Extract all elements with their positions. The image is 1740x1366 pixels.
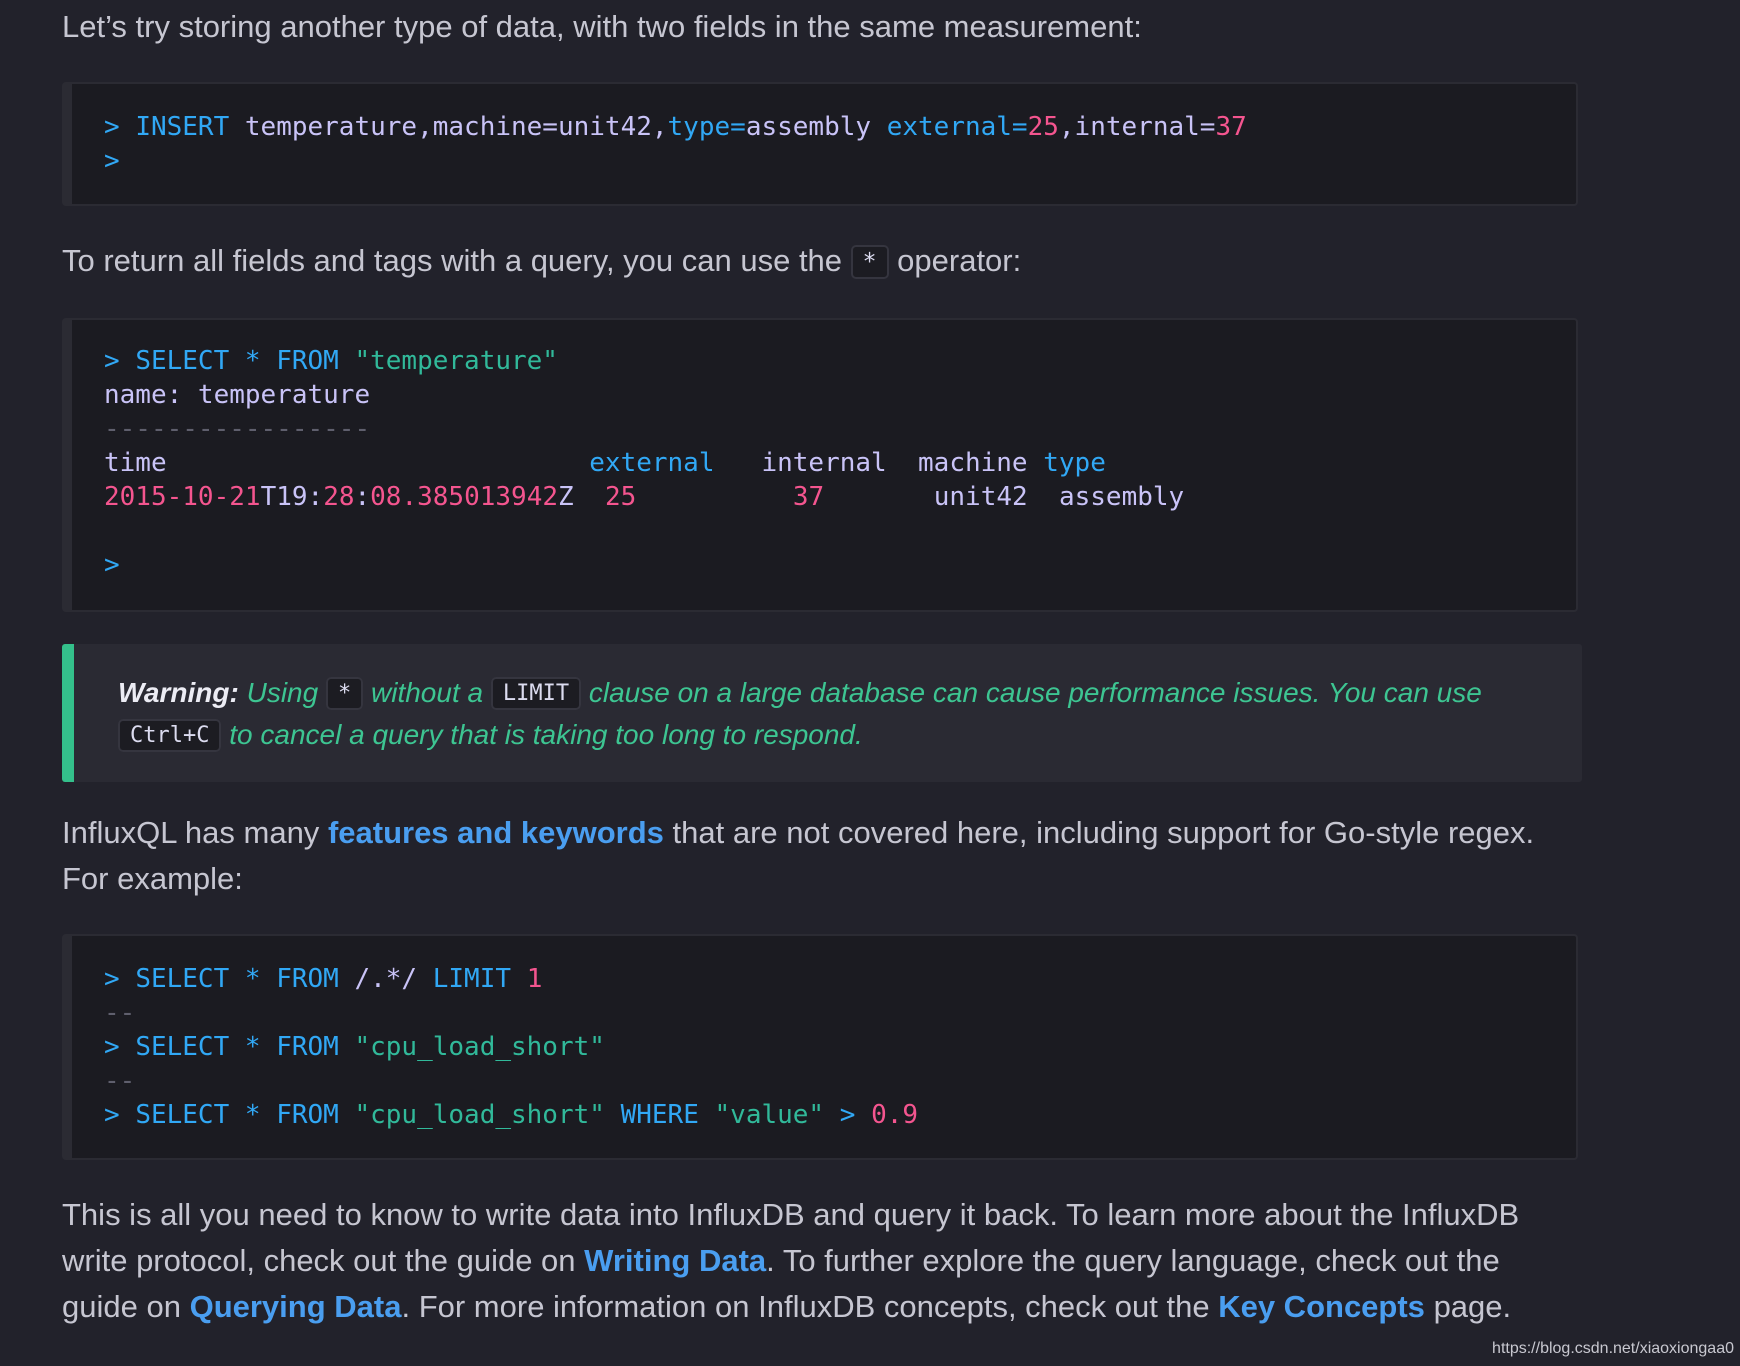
inline-code-limit: LIMIT (490, 677, 582, 710)
warning-text-part: clause on a large database can cause per… (588, 677, 1482, 708)
limit-value: 1 (526, 964, 543, 994)
writing-data-link[interactable]: Writing Data (584, 1243, 766, 1278)
paragraph-text: To return all fields and tags with a que… (62, 243, 843, 278)
prompt: > (104, 146, 120, 176)
measurement-string: "cpu_load_short" (354, 1100, 605, 1130)
prompt: > (104, 346, 120, 376)
time-minute: 28 (323, 482, 355, 512)
field-value-internal: 37 (1215, 112, 1247, 142)
time-fraction: .385013942 (401, 482, 559, 512)
prompt: > (104, 112, 120, 142)
column-internal: internal (761, 448, 887, 478)
closing-paragraph: This is all you need to know to write da… (62, 1192, 1582, 1330)
warning-callout: Warning: Using * without a LIMIT clause … (62, 644, 1582, 782)
code-block-insert: > INSERT temperature,machine=unit42,type… (62, 82, 1578, 206)
code-insert: > INSERT temperature,machine=unit42,type… (72, 84, 1576, 178)
regex: /.*/ (354, 964, 418, 994)
key-concepts-link[interactable]: Key Concepts (1218, 1289, 1425, 1324)
inline-code-star: * (850, 245, 889, 279)
operator-gt: > (839, 1100, 856, 1130)
operator-paragraph: To return all fields and tags with a que… (62, 238, 1021, 285)
field-value-external: 25 (1027, 112, 1059, 142)
comment-separator: -- (104, 1066, 136, 1096)
paragraph-text: that are not covered here, including sup… (672, 815, 1535, 850)
time-zone: Z (558, 482, 574, 512)
warning-text-part: to cancel a query that is taking too lon… (229, 719, 863, 750)
code-regex: > SELECT * FROM /.*/ LIMIT 1 -- > SELECT… (72, 936, 1576, 1132)
keyword-insert: INSERT (135, 112, 230, 142)
value-machine: unit42 (933, 482, 1028, 512)
paragraph-text: operator: (897, 243, 1022, 278)
field-key-external: external= (886, 112, 1028, 142)
keyword-select: SELECT * FROM (135, 1100, 339, 1130)
tag-value: assembly (745, 112, 872, 142)
intro-paragraph: Let’s try storing another type of data, … (62, 9, 1142, 44)
keyword-limit: LIMIT (432, 964, 512, 994)
warning-label: Warning: (118, 677, 239, 708)
features-keywords-link[interactable]: features and keywords (328, 815, 664, 850)
paragraph-text: page. (1433, 1289, 1512, 1324)
field-key-internal: ,internal= (1058, 112, 1216, 142)
time-separator: T (260, 482, 277, 512)
column-time: time (104, 448, 167, 478)
paragraph-text: For example: (62, 861, 243, 896)
column-external: external (589, 448, 715, 478)
result-separator: ----------------- (104, 414, 371, 444)
prompt: > (104, 1032, 120, 1062)
value-type: assembly (1058, 482, 1185, 512)
warning-text-part: without a (371, 677, 484, 708)
warning-text-part: Using (246, 677, 319, 708)
value-external: 25 (604, 482, 637, 512)
prompt: > (104, 1100, 120, 1130)
keyword-select: SELECT * FROM (135, 1032, 339, 1062)
code-block-select: > SELECT * FROM "temperature" name: temp… (62, 318, 1578, 612)
influxql-paragraph: InfluxQL has many features and keywords … (62, 810, 1582, 902)
inline-code-star: * (325, 677, 364, 710)
code-block-regex: > SELECT * FROM /.*/ LIMIT 1 -- > SELECT… (62, 934, 1578, 1160)
where-value: 0.9 (871, 1100, 919, 1130)
date-month: 10 (182, 482, 214, 512)
measurement-string: "cpu_load_short" (354, 1032, 605, 1062)
column-machine: machine (918, 448, 1028, 478)
measurement-name: temperature,machine=unit42, (244, 112, 668, 142)
date-day: 21 (229, 482, 261, 512)
date-year: 2015 (104, 482, 167, 512)
field-string: "value" (714, 1100, 825, 1130)
column-type: type (1043, 448, 1106, 478)
warning-text: Warning: Using * without a LIMIT clause … (118, 672, 1558, 756)
date-separator: - (213, 482, 230, 512)
time-hour: 19 (276, 482, 308, 512)
date-separator: - (166, 482, 183, 512)
time-second: 08 (370, 482, 402, 512)
inline-code-ctrl-c: Ctrl+C (118, 719, 222, 752)
paragraph-text: InfluxQL has many (62, 815, 320, 850)
prompt: > (104, 550, 120, 580)
keyword-where: WHERE (620, 1100, 699, 1130)
measurement-string: "temperature" (354, 346, 558, 376)
querying-data-link[interactable]: Querying Data (190, 1289, 402, 1324)
keyword-select: SELECT * FROM (135, 346, 339, 376)
tag-key: type= (667, 112, 746, 142)
code-select: > SELECT * FROM "temperature" name: temp… (104, 346, 1185, 580)
prompt: > (104, 964, 120, 994)
value-internal: 37 (792, 482, 825, 512)
paragraph-text: . For more information on InfluxDB conce… (401, 1289, 1210, 1324)
keyword-select: SELECT * FROM (135, 964, 339, 994)
watermark-url: https://blog.csdn.net/xiaoxiongaa0 (1492, 1340, 1734, 1357)
comment-separator: -- (104, 998, 136, 1028)
result-name-line: name: temperature (104, 380, 371, 410)
